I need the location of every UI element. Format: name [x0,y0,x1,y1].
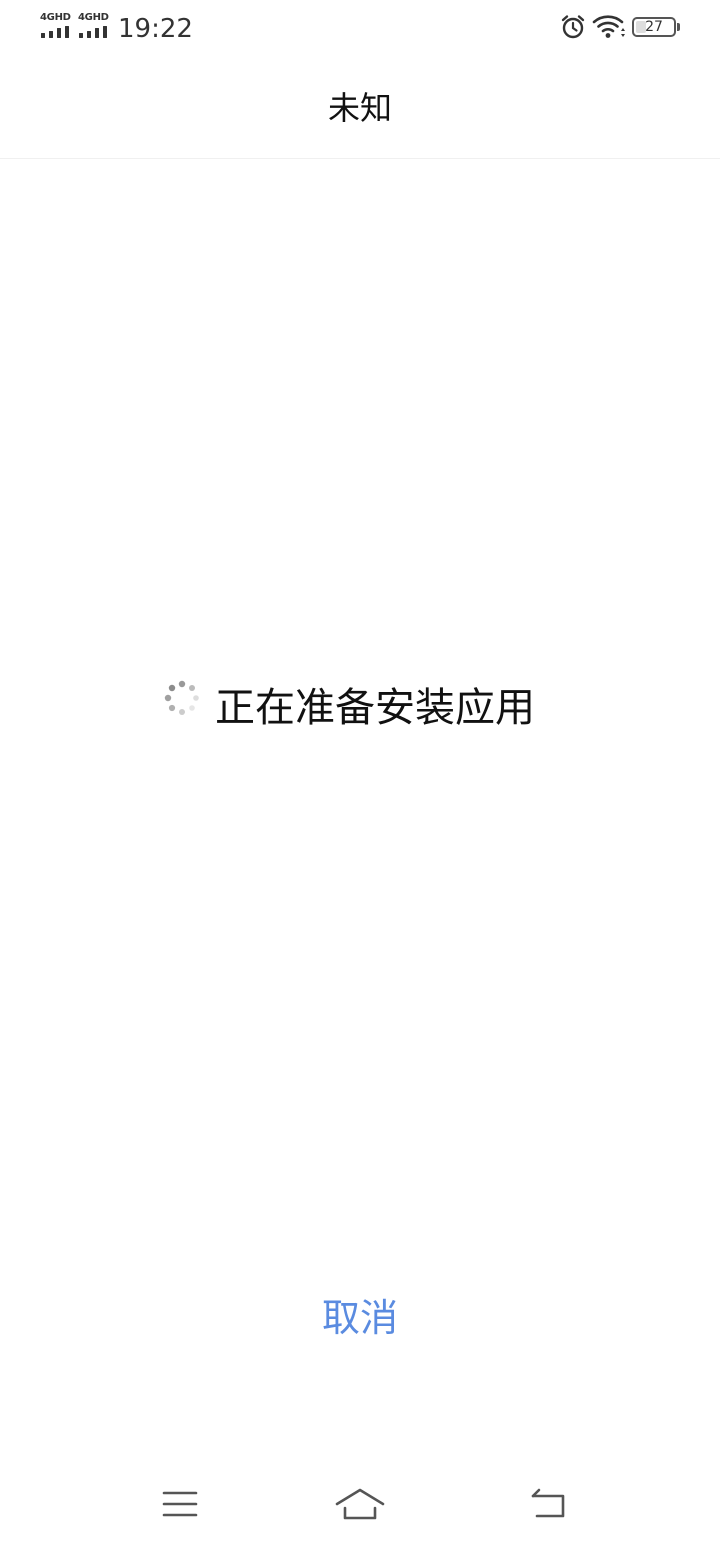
page-title: 未知 [327,89,392,127]
alarm-clock-icon [560,14,586,44]
loading-spinner-icon [164,680,200,716]
navigation-bar [0,1468,720,1544]
status-time: 19:22 [118,14,193,44]
sim1-network-label: 4GHD [40,12,71,23]
sim2-network-label: 4GHD [78,12,109,23]
back-button[interactable] [508,1468,588,1544]
status-bar: 4GHD 4GHD 19:22 27 [0,0,720,58]
progress-message: 正在准备安装应用 [215,685,535,731]
home-button[interactable] [320,1468,400,1544]
home-icon [335,1487,385,1525]
battery-indicator: 27 [632,17,680,37]
sim2-signal-bars-icon [79,26,109,38]
back-icon [529,1488,567,1524]
cancel-button[interactable]: 取消 [260,1290,460,1346]
sim2-signal: 4GHD [78,12,112,40]
wifi-icon [592,14,626,44]
battery-terminal [677,23,680,31]
menu-button[interactable] [140,1468,220,1544]
sim1-signal: 4GHD [40,12,74,40]
menu-icon [162,1489,198,1523]
title-bar: 未知 [0,58,720,159]
battery-level: 27 [645,19,663,35]
install-progress: 正在准备安装应用 [0,678,720,738]
sim1-signal-bars-icon [41,26,71,38]
